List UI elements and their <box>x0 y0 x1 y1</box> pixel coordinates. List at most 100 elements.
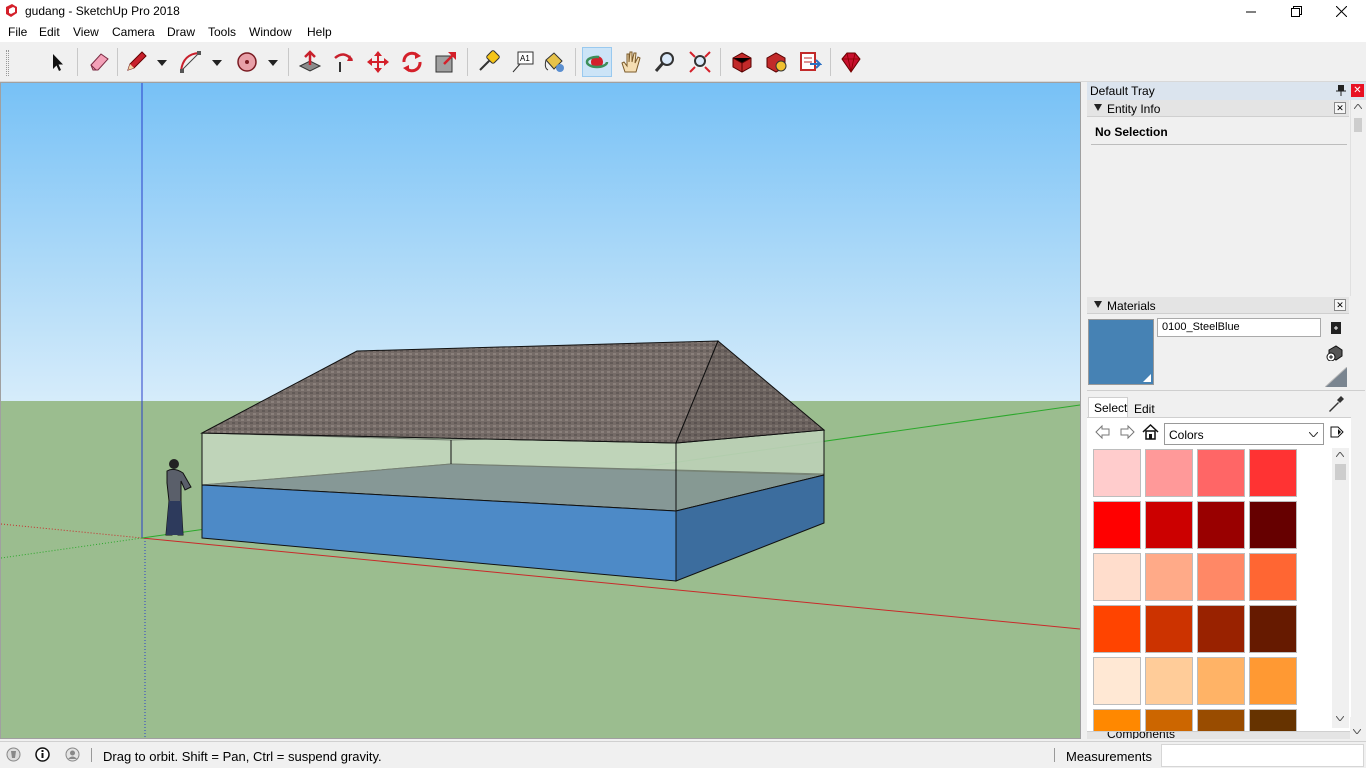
color-swatch[interactable] <box>1249 657 1297 705</box>
extension-warehouse-icon <box>766 52 787 73</box>
scale-tool-button[interactable] <box>431 47 461 77</box>
shape-tool-button[interactable] <box>232 47 262 77</box>
materials-header[interactable]: Materials ✕ <box>1087 297 1349 314</box>
scroll-thumb[interactable] <box>1354 118 1362 132</box>
zoom-tool-button[interactable] <box>650 47 680 77</box>
scroll-up-icon[interactable] <box>1336 452 1344 457</box>
scroll-down-icon[interactable] <box>1336 716 1344 721</box>
measurements-input[interactable] <box>1161 744 1364 767</box>
menu-window[interactable]: Window <box>249 25 292 39</box>
color-swatch[interactable] <box>1145 501 1193 549</box>
color-swatch[interactable] <box>1197 501 1245 549</box>
color-swatch[interactable] <box>1249 605 1297 653</box>
color-swatch[interactable] <box>1145 449 1193 497</box>
tape-measure-tool-button[interactable] <box>473 47 503 77</box>
home-icon[interactable] <box>1142 423 1159 440</box>
scroll-up-icon[interactable] <box>1354 104 1362 109</box>
text-tool-button[interactable]: A1 <box>508 47 538 77</box>
default-material-icon[interactable] <box>1325 367 1347 387</box>
select-tool-button[interactable] <box>42 47 72 77</box>
follow-me-tool-button[interactable] <box>329 47 359 77</box>
scale-icon <box>435 52 456 73</box>
entity-info-scrollbar[interactable] <box>1350 100 1365 296</box>
menu-camera[interactable]: Camera <box>112 25 155 39</box>
scroll-down-icon[interactable] <box>1353 729 1361 734</box>
create-material-icon[interactable] <box>1329 321 1343 335</box>
zoom-extents-button[interactable] <box>685 47 715 77</box>
eraser-tool-button[interactable] <box>84 47 114 77</box>
material-name-field[interactable]: 0100_SteelBlue <box>1157 318 1321 337</box>
color-swatch[interactable] <box>1249 449 1297 497</box>
entity-info-close-button[interactable]: ✕ <box>1334 102 1346 114</box>
text-label-icon: A1 <box>512 51 534 73</box>
back-arrow-icon[interactable] <box>1095 424 1111 440</box>
arc-tool-dropdown[interactable] <box>210 56 224 70</box>
details-arrow-icon[interactable] <box>1329 425 1345 439</box>
eyedropper-icon[interactable] <box>1327 395 1345 413</box>
sample-paint-icon[interactable] <box>1326 343 1344 361</box>
scroll-thumb[interactable] <box>1335 464 1346 480</box>
minimize-icon <box>1246 11 1256 12</box>
send-to-layout-button[interactable] <box>795 47 825 77</box>
paint-bucket-tool-button[interactable] <box>539 47 569 77</box>
color-swatch[interactable] <box>1093 657 1141 705</box>
tray-close-button[interactable]: ✕ <box>1351 84 1364 97</box>
push-pull-tool-button[interactable] <box>295 47 325 77</box>
toolbar-grip[interactable] <box>6 50 9 76</box>
menu-tools[interactable]: Tools <box>208 25 236 39</box>
chevron-down-icon <box>1309 432 1318 437</box>
tab-select[interactable]: Select <box>1088 397 1128 417</box>
menu-file[interactable]: File <box>8 25 27 39</box>
color-swatch[interactable] <box>1145 605 1193 653</box>
color-swatch[interactable] <box>1093 449 1141 497</box>
line-tool-dropdown[interactable] <box>155 56 169 70</box>
forward-arrow-icon[interactable] <box>1119 424 1135 440</box>
credits-info-icon[interactable] <box>35 747 50 762</box>
restore-button[interactable] <box>1273 0 1319 23</box>
model-view[interactable] <box>1 83 1080 738</box>
color-swatch[interactable] <box>1093 605 1141 653</box>
minimize-button[interactable] <box>1228 0 1274 23</box>
material-library-select[interactable]: Colors <box>1164 423 1324 445</box>
menu-help[interactable]: Help <box>307 25 332 39</box>
color-swatch[interactable] <box>1145 553 1193 601</box>
color-swatch[interactable] <box>1249 553 1297 601</box>
line-tool-button[interactable] <box>121 47 151 77</box>
geo-location-icon[interactable] <box>6 747 21 762</box>
tray-scrollbar[interactable] <box>1350 717 1365 739</box>
tab-edit[interactable]: Edit <box>1129 400 1160 418</box>
menu-edit[interactable]: Edit <box>39 25 60 39</box>
entity-info-header[interactable]: Entity Info ✕ <box>1087 100 1349 117</box>
materials-close-button[interactable]: ✕ <box>1334 299 1346 311</box>
extension-warehouse-button[interactable] <box>761 47 791 77</box>
status-separator <box>91 748 92 762</box>
shape-tool-dropdown[interactable] <box>266 56 280 70</box>
push-pull-icon <box>298 50 322 72</box>
pin-icon[interactable] <box>1336 85 1346 96</box>
components-header[interactable]: Components <box>1087 731 1351 739</box>
drawing-area[interactable] <box>0 82 1081 739</box>
rotate-tool-button[interactable] <box>397 47 427 77</box>
extension-manager-button[interactable] <box>836 47 866 77</box>
color-swatch[interactable] <box>1093 501 1141 549</box>
pan-tool-button[interactable] <box>616 47 646 77</box>
status-separator <box>1054 748 1055 762</box>
close-button[interactable] <box>1318 0 1364 23</box>
color-swatch[interactable] <box>1197 553 1245 601</box>
orbit-tool-button[interactable] <box>582 47 612 77</box>
swatch-scrollbar[interactable] <box>1332 448 1349 728</box>
color-swatch[interactable] <box>1093 553 1141 601</box>
user-account-icon[interactable] <box>65 747 80 762</box>
color-swatch[interactable] <box>1145 657 1193 705</box>
move-tool-button[interactable] <box>363 47 393 77</box>
color-swatch[interactable] <box>1249 501 1297 549</box>
menu-draw[interactable]: Draw <box>167 25 195 39</box>
color-swatch[interactable] <box>1197 605 1245 653</box>
material-preview[interactable] <box>1088 319 1154 385</box>
arc-tool-button[interactable] <box>175 47 205 77</box>
color-swatch[interactable] <box>1197 449 1245 497</box>
menu-view[interactable]: View <box>73 25 99 39</box>
eraser-icon <box>90 53 109 71</box>
color-swatch[interactable] <box>1197 657 1245 705</box>
3d-warehouse-button[interactable] <box>727 47 757 77</box>
